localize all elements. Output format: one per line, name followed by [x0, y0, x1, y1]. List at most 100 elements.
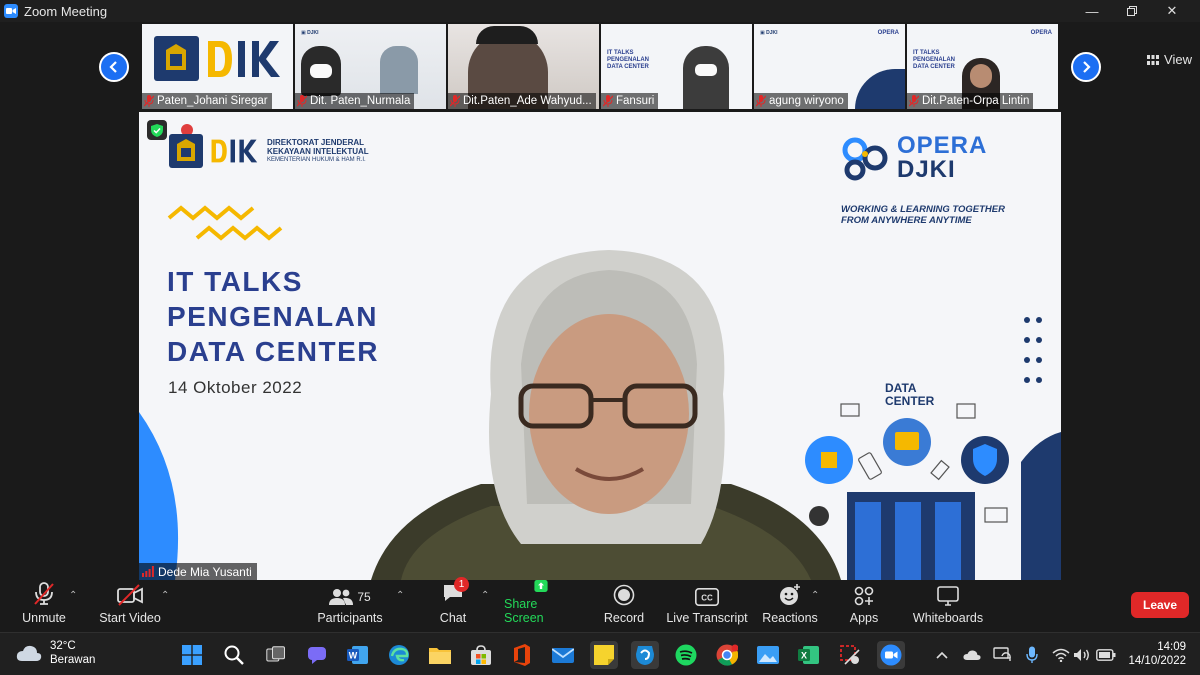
svg-text:X: X — [801, 651, 807, 661]
participant-name-tag: agung wiryono — [754, 93, 848, 109]
grid-view-icon — [1147, 54, 1160, 65]
restore-icon[interactable] — [1112, 0, 1152, 22]
zigzag-decoration — [167, 205, 283, 241]
participant-name-tag: Paten_Johani Siregar — [142, 93, 272, 109]
windows-taskbar: 32°C Berawan W X 14:09 14/10/2022 — [0, 632, 1200, 675]
reactions-button[interactable]: Reactions — [762, 580, 818, 632]
store-icon[interactable] — [467, 641, 495, 669]
mic-off-icon — [603, 95, 613, 107]
participant-tile[interactable]: ▣ DJKI Dit. Paten_Nurmala — [295, 24, 446, 109]
cloud-icon[interactable] — [958, 641, 986, 669]
video-options-caret-icon[interactable]: ⌃ — [161, 590, 169, 601]
active-speaker-video: DIREKTORAT JENDERAL KEKAYAAN INTELEKTUAL… — [139, 112, 1061, 580]
battery-icon[interactable] — [1092, 641, 1120, 669]
slide-djki-header: DIREKTORAT JENDERAL KEKAYAAN INTELEKTUAL… — [169, 134, 369, 168]
office-icon[interactable] — [508, 641, 536, 669]
live-transcript-button[interactable]: CC Live Transcript — [666, 580, 748, 632]
spotify-icon[interactable] — [672, 641, 700, 669]
weather-widget[interactable]: 32°C Berawan — [16, 639, 95, 667]
title-bar: Zoom Meeting — ✕ — [0, 0, 1200, 22]
mic-icon[interactable] — [1018, 641, 1046, 669]
djki-mini-logo: ▣ DJKI — [760, 30, 778, 36]
svg-text:CC: CC — [701, 594, 713, 603]
participant-tile[interactable]: IT TALKS PENGENALAN DATA CENTER Fansuri — [601, 24, 752, 109]
apps-button[interactable]: Apps — [846, 580, 882, 632]
sync-icon[interactable] — [988, 641, 1016, 669]
start-video-button[interactable]: Start Video — [98, 580, 162, 632]
mic-off-icon — [144, 95, 154, 107]
dots-decoration — [1024, 317, 1042, 383]
participant-video — [683, 46, 729, 109]
gallery-next-button[interactable] — [1071, 52, 1101, 82]
cc-icon: CC — [695, 588, 719, 606]
gallery-prev-button[interactable] — [99, 52, 129, 82]
participant-tile[interactable]: Dit.Paten_Ade Wahyud... — [448, 24, 599, 109]
kemenkumham-logo — [154, 36, 199, 81]
gallery-strip: Paten_Johani Siregar ▣ DJKI Dit. Paten_N… — [0, 22, 1200, 112]
encryption-shield-icon[interactable] — [147, 120, 167, 140]
task-view-icon[interactable] — [262, 641, 290, 669]
audio-options-caret-icon[interactable]: ⌃ — [69, 590, 77, 601]
mic-off-icon — [297, 95, 307, 107]
mic-off-icon — [909, 95, 919, 107]
chevron-up-icon[interactable] — [928, 641, 956, 669]
photos-icon[interactable] — [754, 641, 782, 669]
chat-badge: 1 — [454, 577, 469, 592]
chat-button[interactable]: 1 Chat — [432, 577, 474, 632]
share-screen-button[interactable]: Share Screen — [504, 580, 578, 632]
chat-caret-icon[interactable]: ⌃ — [481, 590, 489, 601]
windows-start-icon[interactable] — [178, 641, 206, 669]
slide-title: IT TALKS PENGENALAN DATA CENTER — [167, 266, 379, 367]
file-explorer-icon[interactable] — [426, 641, 454, 669]
chevron-left-icon — [109, 61, 117, 73]
cloud-weather-icon — [16, 645, 42, 661]
zoom-icon[interactable] — [877, 641, 905, 669]
zoom-app-icon — [4, 4, 18, 18]
participant-name-tag: Fansuri — [601, 93, 659, 109]
clock[interactable]: 14:09 14/10/2022 — [1124, 640, 1186, 668]
apps-icon — [854, 586, 874, 606]
edge-icon[interactable] — [385, 641, 413, 669]
reactions-icon — [780, 584, 800, 605]
sticky-notes-icon[interactable] — [590, 641, 618, 669]
participant-tile[interactable]: Paten_Johani Siregar — [142, 24, 293, 109]
mini-slide-title: IT TALKS PENGENALAN DATA CENTER — [913, 50, 956, 70]
mic-off-icon — [450, 95, 460, 107]
excel-icon[interactable]: X — [795, 641, 823, 669]
word-icon[interactable]: W — [344, 641, 372, 669]
minimize-icon[interactable]: — — [1072, 0, 1112, 22]
chat-icon[interactable] — [303, 641, 331, 669]
reactions-caret-icon[interactable]: ⌃ — [811, 590, 819, 601]
meeting-toolbar: Unmute ⌃ Start Video ⌃ 75 Participants ⌃… — [0, 577, 1200, 632]
participants-button[interactable]: 75 Participants — [316, 580, 384, 632]
participant-tile[interactable]: ▣ DJKI OPERA agung wiryono — [754, 24, 905, 109]
djki-logo — [204, 37, 286, 86]
opera-logo-icon — [842, 137, 888, 181]
chrome-icon[interactable] — [713, 641, 741, 669]
participant-name-tag: Dit.Paten-Orpa Lintin — [907, 93, 1034, 109]
record-button[interactable]: Record — [600, 580, 648, 632]
record-icon — [613, 584, 635, 606]
kemenkumham-emblem-icon — [169, 134, 203, 168]
svg-text:W: W — [349, 651, 358, 661]
window-title: Zoom Meeting — [24, 3, 108, 19]
app-icon[interactable] — [631, 641, 659, 669]
participants-caret-icon[interactable]: ⌃ — [396, 590, 404, 601]
search-icon[interactable] — [220, 641, 248, 669]
view-button[interactable]: View — [1147, 52, 1192, 67]
snipping-tool-icon[interactable] — [836, 641, 864, 669]
participant-name-tag: Dit. Paten_Nurmala — [295, 93, 415, 109]
video-off-icon — [117, 584, 143, 606]
participants-count: 75 — [357, 590, 371, 604]
leave-button[interactable]: Leave — [1131, 592, 1189, 618]
opera-djki-logo: OPERA DJKI — [839, 132, 987, 184]
share-screen-icon — [534, 580, 548, 592]
participant-tile[interactable]: IT TALKS PENGENALAN DATA CENTER OPERA Dit.… — [907, 24, 1058, 109]
whiteboards-button[interactable]: Whiteboards — [910, 580, 986, 632]
chevron-right-icon — [1083, 61, 1091, 73]
slide-date: 14 Oktober 2022 — [168, 378, 303, 397]
mail-icon[interactable] — [549, 641, 577, 669]
close-icon[interactable]: ✕ — [1152, 0, 1192, 22]
participant-name-tag: Dit.Paten_Ade Wahyud... — [448, 93, 596, 109]
unmute-button[interactable]: Unmute — [18, 580, 70, 632]
